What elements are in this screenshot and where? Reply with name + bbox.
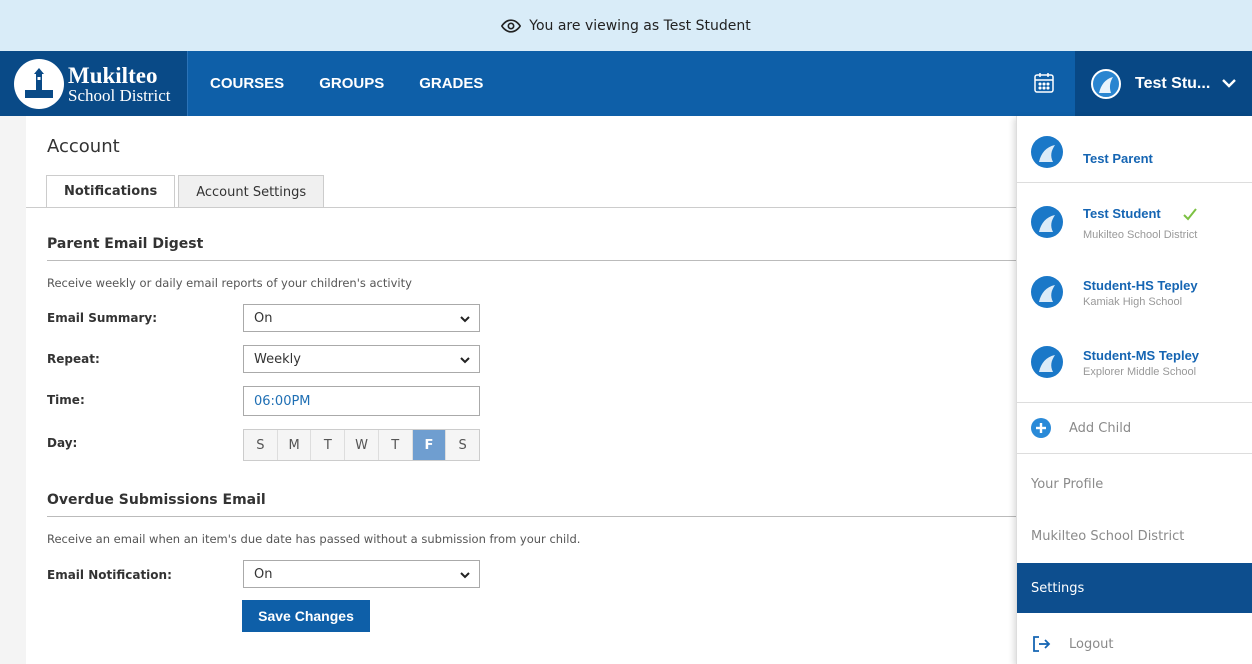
menu-your-profile[interactable]: Your Profile: [1017, 459, 1252, 509]
user-dropdown-menu: Test Parent Test Student Mukilteo School…: [1016, 116, 1252, 664]
overdue-description: Receive an email when an item's due date…: [47, 532, 581, 546]
user-menu-label: Test Stu...: [1135, 74, 1211, 92]
digest-description: Receive weekly or daily email reports of…: [47, 276, 412, 290]
repeat-label: Repeat:: [47, 352, 100, 366]
menu-add-child[interactable]: Add Child: [1017, 403, 1252, 453]
section-divider: [47, 516, 1026, 517]
user-menu-button[interactable]: Test Stu...: [1075, 51, 1252, 116]
menu-user-school: Mukilteo School District: [1083, 229, 1198, 241]
section-divider: [47, 260, 1026, 261]
menu-divider: [1017, 182, 1252, 183]
nav-links: COURSES GROUPS GRADES: [210, 51, 483, 116]
time-label: Time:: [47, 393, 85, 407]
menu-user-name: Test Parent: [1083, 151, 1153, 166]
avatar-icon: [1031, 136, 1063, 168]
menu-logout[interactable]: Logout: [1017, 619, 1252, 664]
chevron-down-icon: [460, 572, 470, 579]
day-wednesday[interactable]: W: [345, 430, 379, 460]
chevron-down-icon: [460, 357, 470, 364]
menu-user-test-student[interactable]: Test Student Mukilteo School District: [1017, 192, 1252, 252]
save-changes-button[interactable]: Save Changes: [242, 600, 370, 632]
email-notification-select[interactable]: On: [243, 560, 480, 588]
time-input[interactable]: 06:00PM: [243, 386, 480, 416]
menu-user-test-parent[interactable]: Test Parent: [1017, 122, 1252, 182]
tab-divider: [26, 207, 1026, 208]
menu-user-school: Explorer Middle School: [1083, 366, 1197, 378]
day-label: Day:: [47, 436, 78, 450]
tab-notifications[interactable]: Notifications: [46, 175, 176, 208]
repeat-select[interactable]: Weekly: [243, 345, 480, 373]
avatar-icon: [1031, 276, 1063, 308]
nav-courses[interactable]: COURSES: [210, 75, 284, 92]
day-saturday[interactable]: S: [446, 430, 479, 460]
menu-divider: [1017, 453, 1252, 454]
email-summary-select[interactable]: On: [243, 304, 480, 332]
page-title: Account: [47, 136, 120, 157]
menu-district-link[interactable]: Mukilteo School District: [1017, 511, 1252, 561]
impersonation-banner: You are viewing as Test Student: [0, 0, 1252, 51]
menu-user-school: Kamiak High School: [1083, 296, 1183, 308]
checkmark-icon: [1183, 208, 1197, 221]
menu-user-student-ms-tepley[interactable]: Student-MS Tepley Explorer Middle School: [1017, 332, 1252, 392]
email-notification-label: Email Notification:: [47, 568, 172, 582]
day-picker: S M T W T F S: [243, 429, 480, 461]
day-monday[interactable]: M: [278, 430, 312, 460]
menu-user-name: Student-HS Tepley: [1083, 278, 1198, 293]
plus-circle-icon: [1031, 418, 1051, 438]
tab-account-settings[interactable]: Account Settings: [178, 175, 325, 208]
day-thursday[interactable]: T: [379, 430, 413, 460]
logo-text: Mukilteo School District: [68, 62, 171, 105]
overdue-section-title: Overdue Submissions Email: [47, 492, 266, 508]
menu-user-name: Test Student: [1083, 206, 1161, 221]
email-summary-label: Email Summary:: [47, 311, 158, 325]
avatar-icon: [1031, 346, 1063, 378]
banner-text: You are viewing as Test Student: [529, 17, 751, 34]
avatar-icon: [1091, 68, 1121, 99]
nav-grades[interactable]: GRADES: [419, 75, 483, 92]
day-tuesday[interactable]: T: [311, 430, 346, 460]
avatar-icon: [1031, 206, 1063, 238]
day-friday[interactable]: F: [412, 430, 447, 460]
menu-user-name: Student-MS Tepley: [1083, 348, 1200, 363]
chevron-down-icon: [1222, 79, 1236, 88]
account-tabs: Notifications Account Settings: [46, 175, 325, 208]
menu-settings[interactable]: Settings: [1017, 563, 1252, 613]
lighthouse-icon: [14, 58, 64, 109]
account-panel: Account Notifications Account Settings P…: [26, 116, 1026, 664]
digest-section-title: Parent Email Digest: [47, 236, 204, 252]
nav-groups[interactable]: GROUPS: [319, 75, 384, 92]
calendar-icon[interactable]: [1033, 72, 1055, 94]
eye-icon: [501, 18, 522, 33]
menu-user-student-hs-tepley[interactable]: Student-HS Tepley Kamiak High School: [1017, 262, 1252, 322]
logout-icon: [1033, 636, 1051, 652]
day-sunday[interactable]: S: [244, 430, 278, 460]
top-nav: Mukilteo School District COURSES GROUPS …: [0, 51, 1252, 116]
district-logo[interactable]: Mukilteo School District: [0, 51, 188, 116]
chevron-down-icon: [460, 316, 470, 323]
